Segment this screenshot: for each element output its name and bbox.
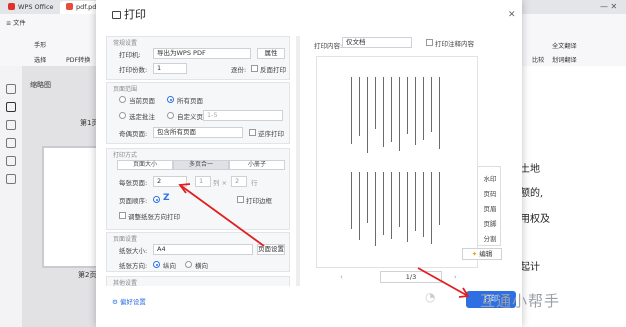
annotation-arrow	[417, 267, 469, 297]
annotation-arrow	[179, 184, 265, 247]
annotation-arrows	[178, 183, 470, 298]
